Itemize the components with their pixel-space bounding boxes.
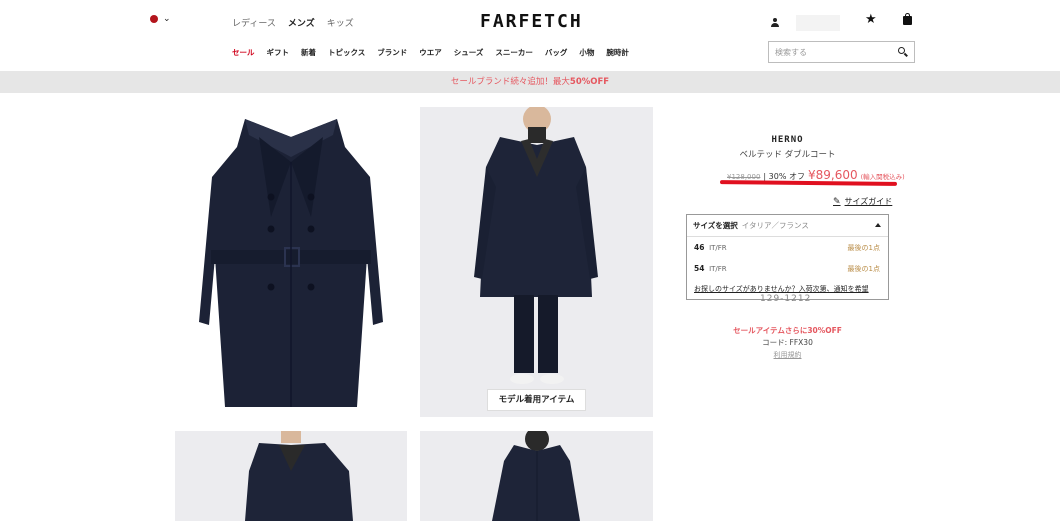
product-info: HERNO ベルテッド ダブルコート <box>685 135 890 160</box>
user-icon[interactable] <box>770 18 780 28</box>
nav-item-accessories[interactable]: 小物 <box>579 47 594 58</box>
tab-kids[interactable]: キッズ <box>327 16 354 29</box>
nav-item-topics[interactable]: トピックス <box>328 47 365 58</box>
gender-tabs: レディース メンズ キッズ <box>232 16 354 29</box>
promo-banner[interactable]: セールブランド続々追加！最大50%OFF <box>0 71 1060 93</box>
shopping-bag-icon[interactable] <box>903 13 912 25</box>
size-dropdown: サイズを選択 イタリア／フランス 46 IT/FR 最後の1点 54 IT/FR… <box>686 214 889 300</box>
region-flag-icon <box>150 15 158 23</box>
tab-womens[interactable]: レディース <box>232 16 276 29</box>
tax-note: (輸入関税込み) <box>860 173 905 181</box>
promo-code: コード: FFX30 <box>762 338 813 347</box>
main-nav: セール ギフト 新着 トピックス ブランド ウエア シューズ スニーカー バッグ… <box>232 47 629 58</box>
search-icon[interactable] <box>898 47 908 57</box>
region-selector[interactable]: ⌄ <box>150 14 171 24</box>
size-dropdown-toggle[interactable]: サイズを選択 イタリア／フランス <box>687 215 888 237</box>
size-option[interactable]: 46 IT/FR 最後の1点 <box>687 237 888 258</box>
product-image-model[interactable] <box>420 107 653 417</box>
chevron-down-icon: ⌄ <box>163 14 171 24</box>
pencil-icon: ✎ <box>833 196 841 207</box>
promo-highlight: 50%OFF <box>569 77 610 87</box>
site-logo[interactable]: FARFETCH <box>480 11 583 32</box>
size-option[interactable]: 54 IT/FR 最後の1点 <box>687 258 888 279</box>
search-input[interactable] <box>775 45 893 59</box>
product-image-detail[interactable] <box>175 431 407 521</box>
terms-link[interactable]: 利用規約 <box>685 350 890 360</box>
size-unit: IT/FR <box>709 244 727 252</box>
account-area <box>770 15 840 31</box>
stock-status: 最後の1点 <box>847 243 880 252</box>
product-image-back[interactable] <box>420 431 653 521</box>
nav-item-watches[interactable]: 腕時計 <box>606 47 629 58</box>
size-unit: IT/FR <box>709 265 727 273</box>
nav-item-shoes[interactable]: シューズ <box>454 47 484 58</box>
promo-text: セールブランド続々追加！最大 <box>450 77 570 87</box>
nav-item-clothing[interactable]: ウエア <box>419 47 442 58</box>
sale-price: ¥89,600 <box>807 168 858 182</box>
site-header: ⌄ レディース メンズ キッズ FARFETCH ★ セール ギフト 新着 トピ… <box>0 0 1060 70</box>
model-worn-badge[interactable]: モデル着用アイテム <box>487 389 586 411</box>
caret-up-icon <box>875 223 881 227</box>
nav-item-gift[interactable]: ギフト <box>267 47 290 58</box>
tab-mens[interactable]: メンズ <box>288 16 315 29</box>
nav-item-new[interactable]: 新着 <box>301 47 316 58</box>
partially-hidden-code: 129-1212 <box>760 294 812 304</box>
wishlist-star-icon[interactable]: ★ <box>865 12 877 27</box>
product-image-front[interactable] <box>175 107 407 417</box>
stock-status: 最後の1点 <box>847 264 880 273</box>
size-select-label: サイズを選択 <box>693 221 738 230</box>
extra-sale-text: セールアイテムさらに30%OFF <box>733 326 842 335</box>
size-guide-label: サイズガイド <box>844 197 893 206</box>
size-value: 54 IT/FR <box>694 264 727 273</box>
size-guide-link[interactable]: ✎ サイズガイド <box>833 196 892 207</box>
highlight-underline <box>719 180 898 186</box>
brand-name[interactable]: HERNO <box>685 135 890 145</box>
account-name-placeholder[interactable] <box>796 15 840 31</box>
size-system-label: イタリア／フランス <box>741 221 809 230</box>
nav-item-sale[interactable]: セール <box>232 47 255 58</box>
nav-item-sneakers[interactable]: スニーカー <box>495 47 533 58</box>
product-name: ベルテッド ダブルコート <box>739 150 836 160</box>
nav-item-bags[interactable]: バッグ <box>545 47 568 58</box>
search-box <box>768 41 915 63</box>
size-value: 46 IT/FR <box>694 243 727 252</box>
nav-item-brands[interactable]: ブランド <box>377 47 407 58</box>
